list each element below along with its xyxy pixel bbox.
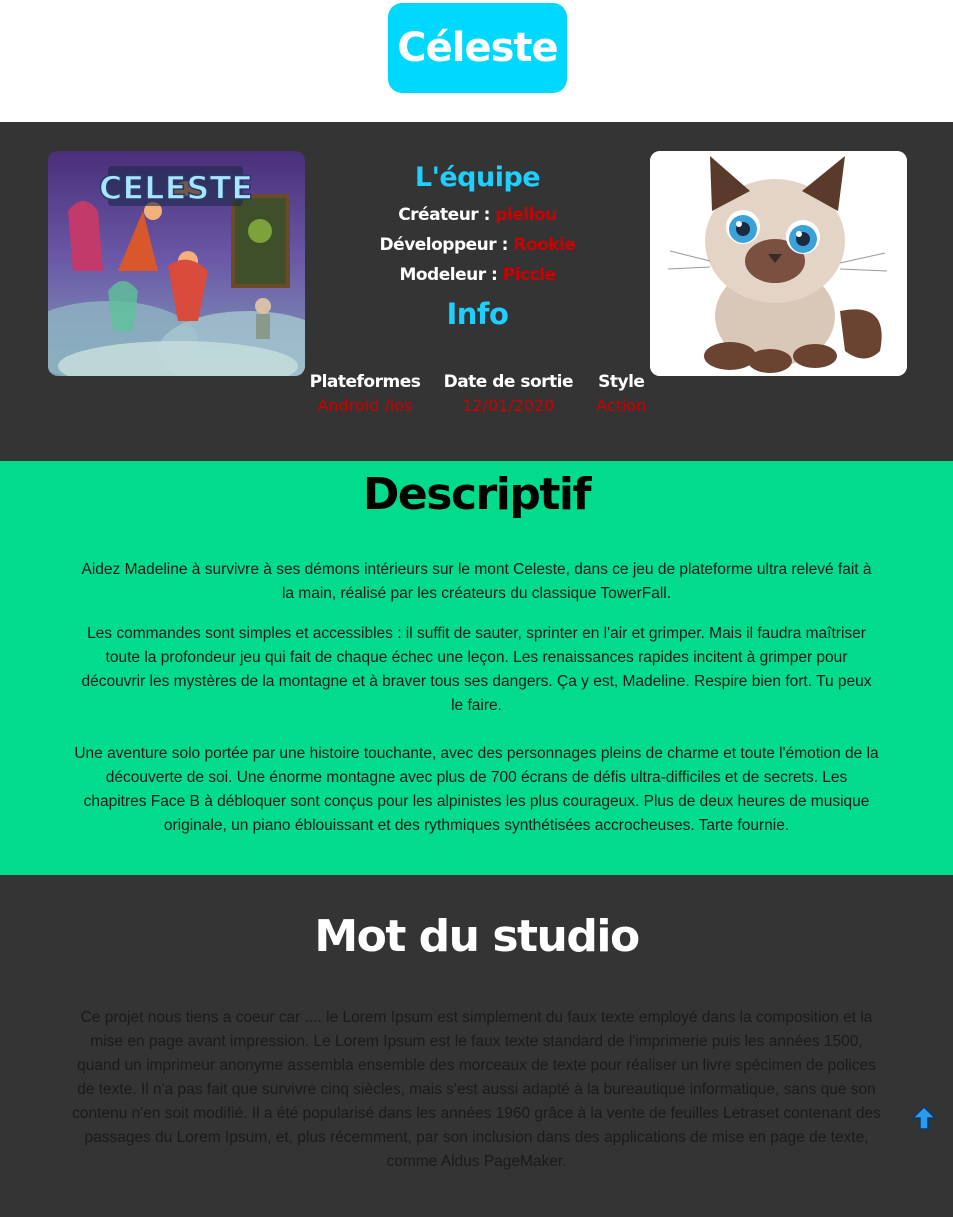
info-value: 12/01/2020: [462, 396, 555, 415]
header: Céleste: [0, 0, 953, 122]
info-label: Date de sortie: [443, 372, 574, 392]
team-name: piellou: [495, 205, 557, 225]
scroll-top-button[interactable]: [911, 1105, 937, 1131]
team-role: Développeur :: [379, 235, 509, 255]
info-release-date: Date de sortie 12/01/2020: [443, 372, 574, 415]
descriptif-paragraph: Les commandes sont simples et accessible…: [81, 625, 872, 714]
studio-text: Ce projet nous tiens a coeur car .... le…: [72, 1009, 881, 1170]
info-grid: Plateformes Android /ios Date de sortie …: [298, 372, 658, 415]
info-value: Android /ios: [317, 396, 413, 415]
info-style: Style Action: [596, 372, 646, 415]
team-member-developer: Développeur : Rookie: [305, 235, 650, 255]
team-name: Rookie: [513, 235, 576, 255]
game-cover-image: CELESTE: [48, 151, 305, 376]
info-platforms: Plateformes Android /ios: [310, 372, 421, 415]
hero-section: CELESTE L'équipe Créateur : piellou Déve…: [0, 122, 953, 461]
info-title: Info: [446, 297, 509, 331]
team-block: L'équipe Créateur : piellou Développeur …: [305, 162, 650, 331]
descriptif-paragraph: Une aventure solo portée par une histoir…: [74, 745, 879, 834]
team-member-creator: Créateur : piellou: [305, 205, 650, 225]
team-member-modeler: Modeleur : Piccle: [305, 265, 650, 285]
descriptif-title: Descriptif: [362, 469, 592, 520]
team-name: Piccle: [502, 265, 556, 285]
arrow-up-icon: [911, 1105, 937, 1130]
cat-image: [650, 151, 907, 376]
info-label: Style: [598, 372, 645, 392]
descriptif-section: Descriptif Aidez Madeline à survivre à s…: [0, 461, 953, 875]
studio-section: Mot du studio Ce projet nous tiens a coe…: [0, 875, 953, 1217]
descriptif-paragraph: Aidez Madeline à survivre à ses démons i…: [81, 561, 872, 602]
studio-title: Mot du studio: [314, 911, 640, 962]
info-label: Plateformes: [309, 372, 421, 392]
cover-logo-text: CELESTE: [99, 169, 253, 207]
team-title: L'équipe: [414, 162, 541, 193]
team-role: Modeleur :: [399, 265, 498, 285]
title-button[interactable]: Céleste: [388, 3, 567, 93]
info-value: Action: [596, 396, 647, 415]
team-role: Créateur :: [398, 205, 490, 225]
